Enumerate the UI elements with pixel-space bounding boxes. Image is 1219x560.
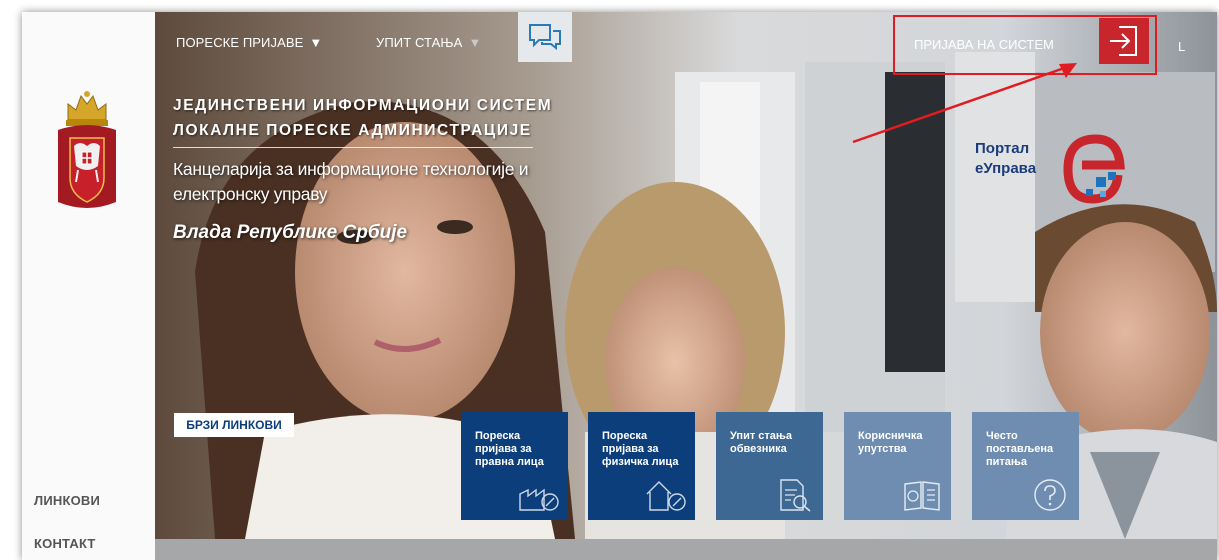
tile-individual-tax-return[interactable]: Пореска пријава за физичка лица: [588, 412, 695, 520]
tile-label: Пореска пријава за правна лица: [475, 430, 544, 468]
hero-banner: ПОРЕСКЕ ПРИЈАВЕ ▼ УПИТ СТАЊА ▼ ЈЕДИНСТВЕНИ…: [155, 12, 1217, 539]
sidebar: ЛИНКОВИ КОНТАКТ: [22, 12, 155, 560]
page-title-line-2: ЛОКАЛНЕ ПОРЕСКЕ АДМИНИСТРАЦИЈЕ: [173, 122, 532, 139]
nav-balance-inquiry[interactable]: УПИТ СТАЊА ▼: [376, 35, 481, 50]
login-icon: [1110, 26, 1137, 56]
nav-tax-returns[interactable]: ПОРЕСКЕ ПРИЈАВЕ ▼: [176, 35, 322, 50]
government-label: Влада Републике Србије: [173, 222, 408, 243]
tile-label: Корисничка упутства: [858, 430, 923, 455]
serbia-coat-of-arms-icon: [58, 91, 116, 208]
tile-legal-entity-tax-return[interactable]: Пореска пријава за правна лица: [461, 412, 568, 520]
browser-frame: ЛИНКОВИ КОНТАКТ ПОРЕСКЕ ПРИЈАВЕ ▼ УПИТ С…: [22, 12, 1217, 560]
login-button[interactable]: [1099, 18, 1149, 64]
tile-label: Често постављена питања: [986, 430, 1054, 468]
portal-label-line-1[interactable]: Портал: [975, 140, 1029, 157]
portal-label-line-2[interactable]: еУправа: [975, 160, 1036, 177]
tile-label: Упит стања обвезника: [730, 430, 792, 455]
factory-percent-icon: [518, 478, 560, 512]
chat-button[interactable]: [518, 12, 572, 62]
tile-taxpayer-balance[interactable]: Упит стања обвезника: [716, 412, 823, 520]
title-divider: [173, 147, 533, 148]
page-title-line-1: ЈЕДИНСТВЕНИ ИНФОРМАЦИОНИ СИСТЕМ: [173, 97, 553, 114]
nav-balance-inquiry-label: УПИТ СТАЊА: [376, 35, 463, 50]
quick-links-label: БРЗИ ЛИНКОВИ: [174, 413, 294, 437]
language-switch[interactable]: L: [1178, 39, 1185, 54]
euprava-logo-icon[interactable]: [1058, 127, 1128, 207]
question-icon: [1029, 478, 1071, 512]
sidebar-link-contact[interactable]: КОНТАКТ: [34, 536, 96, 551]
nav-tax-returns-label: ПОРЕСКЕ ПРИЈАВЕ: [176, 35, 304, 50]
house-percent-icon: [645, 478, 687, 512]
bottom-strip: [155, 539, 1217, 560]
tile-label: Пореска пријава за физичка лица: [602, 430, 679, 468]
info-book-icon: [901, 478, 943, 512]
tile-faq[interactable]: Често постављена питања: [972, 412, 1079, 520]
caret-down-icon: ▼: [309, 35, 323, 50]
chat-bubbles-icon: [529, 24, 561, 51]
subtitle-line-1: Канцеларија за информационе технологије …: [173, 159, 529, 179]
login-link[interactable]: ПРИЈАВА НА СИСТЕМ: [914, 37, 1054, 52]
subtitle-line-2: електронску управу: [173, 184, 328, 204]
tile-user-manuals[interactable]: Корисничка упутства: [844, 412, 951, 520]
caret-down-icon: ▼: [468, 35, 482, 50]
document-search-icon: [773, 478, 815, 512]
red-arrow-annotation: [852, 63, 1077, 144]
sidebar-link-links[interactable]: ЛИНКОВИ: [34, 493, 100, 508]
